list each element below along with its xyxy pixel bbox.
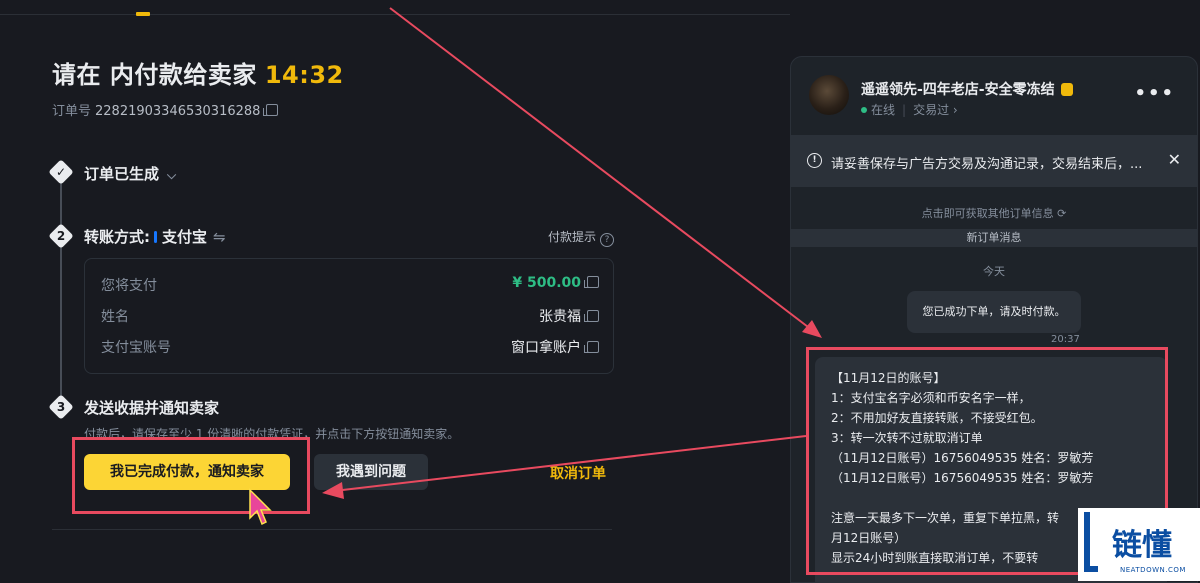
payment-hint-link[interactable]: 付款提示?: [548, 228, 615, 247]
step-1-label: 订单已生成: [84, 165, 160, 183]
step-2-label: 转账方式:: [84, 228, 150, 246]
alipay-icon: [154, 231, 157, 243]
date-separator: 今天: [983, 265, 1005, 278]
message-time: 20:37: [1051, 334, 1080, 345]
step-2-badge: 2: [48, 223, 74, 249]
payee-name[interactable]: 张贵福: [539, 306, 599, 326]
more-options-icon[interactable]: •••: [1134, 83, 1175, 104]
stepper-line: [60, 178, 62, 408]
step-1[interactable]: 订单已生成 ⌵: [84, 163, 176, 184]
notice-text: 请妥善保存与广告方交易及沟通记录，交易结束后，...: [831, 157, 1143, 172]
new-order-message-bar: 新订单消息: [791, 229, 1197, 247]
payment-method[interactable]: 支付宝 ⇋: [154, 228, 226, 246]
close-icon[interactable]: ✕: [1168, 150, 1181, 169]
order-number-line: 订单号 22821903346530316288: [52, 100, 279, 119]
online-dot-icon: [861, 107, 867, 113]
section-divider: [52, 529, 612, 530]
warning-icon: !: [807, 153, 822, 168]
chat-message: 您已成功下单，请及时付款。: [907, 291, 1081, 333]
copy-icon[interactable]: [584, 341, 599, 353]
payee-name-row: 姓名 张贵福: [101, 306, 599, 326]
copy-icon[interactable]: [584, 310, 599, 322]
verified-badge-icon: [1060, 83, 1073, 96]
mouse-pointer-icon: [249, 488, 272, 526]
order-number-label: 订单号: [52, 104, 92, 119]
watermark-logo: 链懂 NEATDOWN.COM: [1078, 508, 1200, 581]
seller-status: 在线 | 交易过 ›: [861, 101, 958, 118]
top-divider: [0, 14, 790, 15]
order-number: 22821903346530316288: [95, 104, 261, 119]
notice-banner: ! 请妥善保存与广告方交易及沟通记录，交易结束后，... ✕: [791, 135, 1197, 187]
annotation-box-confirm: [72, 437, 310, 514]
report-problem-button[interactable]: 我遇到问题: [314, 454, 428, 490]
seller-name[interactable]: 遥遥领先-四年老店-安全零冻结: [861, 79, 1073, 99]
countdown-timer: 14:32: [264, 61, 344, 89]
copy-icon[interactable]: [263, 104, 279, 116]
step-1-check-icon: ✓: [48, 159, 74, 185]
tab-indicator: [136, 12, 150, 16]
pay-amount-row: 您将支付 ¥ 500.00: [101, 275, 599, 295]
pay-amount[interactable]: ¥ 500.00: [512, 275, 599, 291]
trades-link[interactable]: 交易过 ›: [913, 103, 958, 117]
step-3-label: 发送收据并通知卖家: [84, 399, 220, 417]
logo-mark-icon: [1084, 512, 1098, 572]
refresh-icon: ⟳: [1057, 207, 1067, 220]
page-title: 请在 内付款给卖家 14:32: [52, 61, 344, 89]
copy-icon[interactable]: [584, 276, 599, 288]
alipay-account[interactable]: 窗口拿账户: [511, 337, 599, 357]
help-icon: ?: [600, 233, 615, 247]
alipay-account-row: 支付宝账号 窗口拿账户: [101, 337, 599, 357]
swap-icon: ⇋: [213, 228, 226, 246]
cancel-order-link[interactable]: 取消订单: [550, 463, 606, 483]
step-3-badge: 3: [48, 394, 74, 420]
get-order-info-link[interactable]: 点击即可获取其他订单信息 ⟳: [791, 205, 1197, 221]
payment-details-box: 您将支付 ¥ 500.00 姓名 张贵福 支付宝账号 窗口拿账户: [84, 258, 614, 374]
seller-avatar[interactable]: [809, 75, 849, 115]
step-2: 转账方式: 支付宝 ⇋: [84, 226, 226, 247]
chevron-down-icon: ⌵: [167, 168, 177, 182]
